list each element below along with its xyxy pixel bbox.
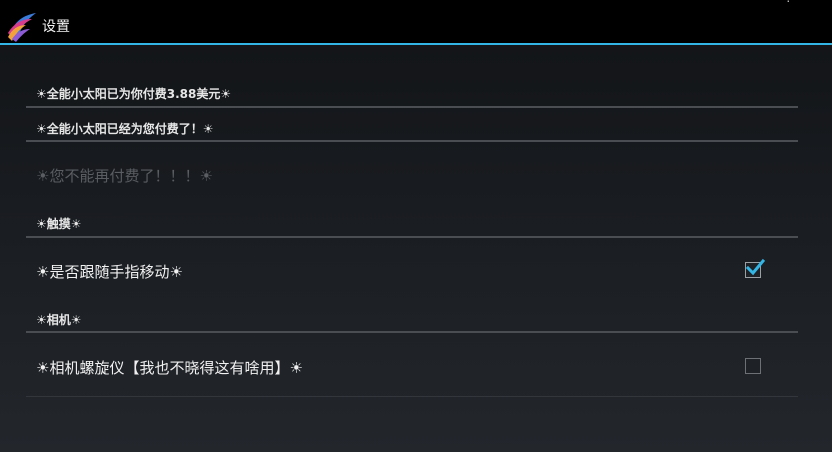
section-divider [26,140,798,142]
camera-gyroscope-checkbox[interactable] [745,358,761,374]
app-logo-icon[interactable] [6,11,38,43]
category-camera: ☀相机☀ [36,313,82,327]
action-bar: 设置 [0,5,832,43]
pay-again-item: ☀您不能再付费了！！！☀ [36,167,213,185]
section-divider [26,106,798,108]
section-divider [26,236,798,238]
payment-header: ☀全能小太阳已为你付费3.88美元☀ [36,87,232,101]
follow-finger-label[interactable]: ☀是否跟随手指移动☀ [36,261,183,282]
payment-status-header: ☀全能小太阳已经为您付费了！☀ [36,122,214,136]
section-divider [26,331,798,333]
page-title: 设置 [42,19,70,35]
camera-gyroscope-label[interactable]: ☀相机螺旋仪【我也不晓得这有啥用】☀ [36,357,303,378]
follow-finger-checkbox[interactable] [745,258,765,278]
preferences-list: ☀全能小太阳已为你付费3.88美元☀ ☀全能小太阳已经为您付费了！☀ ☀您不能再… [0,45,832,452]
settings-screen: --:-- 设置 ☀全能小太阳已为你付费3.88美元☀ ☀全能小太阳已经为您付费… [0,0,832,452]
checkmark-icon [745,258,765,276]
category-touch: ☀触摸☀ [36,217,82,231]
list-divider [26,396,798,397]
